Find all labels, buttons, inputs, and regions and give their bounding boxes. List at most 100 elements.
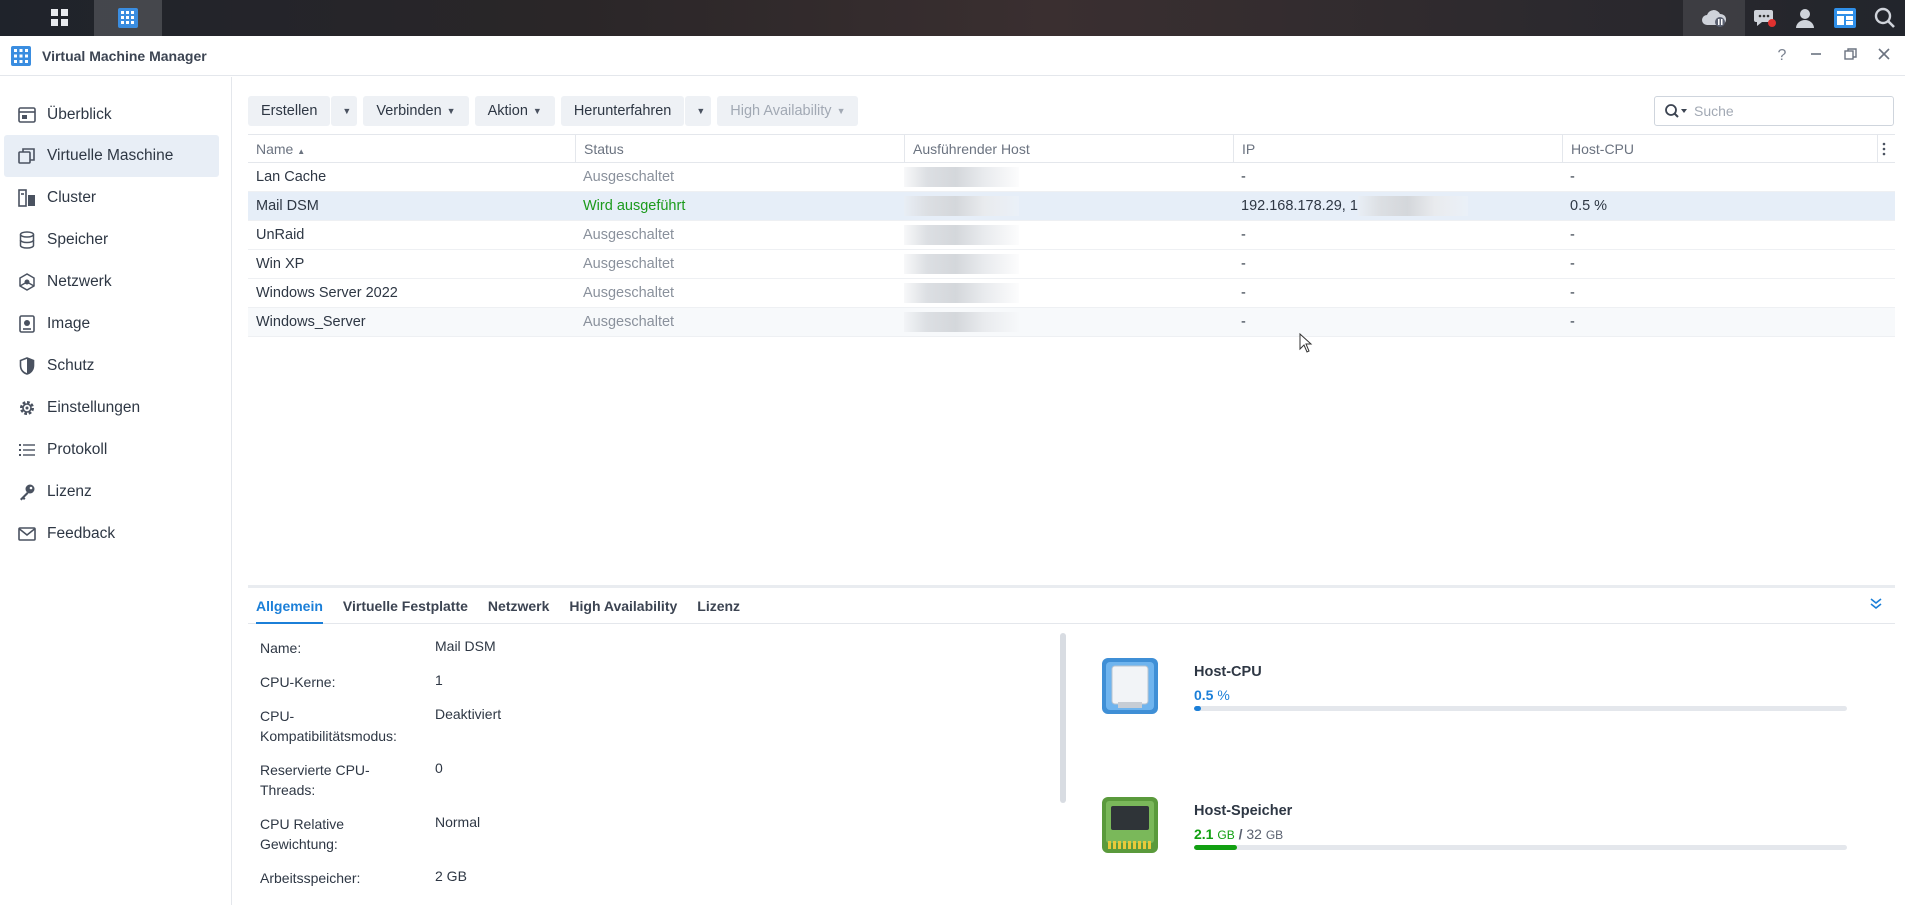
column-header-host[interactable]: Ausführender Host xyxy=(904,135,1233,163)
minimize-icon[interactable] xyxy=(1807,47,1825,65)
caret-down-icon: ▼ xyxy=(342,106,352,116)
sidebar-item-license[interactable]: Lizenz xyxy=(4,471,219,513)
search-icon[interactable] xyxy=(1865,0,1905,36)
high-availability-label: High Availability xyxy=(730,103,832,119)
action-button[interactable]: Aktion ▼ xyxy=(474,96,555,126)
shutdown-split-button: Herunterfahren ▼ xyxy=(560,96,712,126)
column-label: Host-CPU xyxy=(1571,141,1635,157)
column-menu-icon[interactable] xyxy=(1877,135,1895,163)
column-header-name[interactable]: Name ▲ xyxy=(248,135,575,163)
ip-redacted xyxy=(1358,196,1468,216)
sidebar-item-cluster[interactable]: Cluster xyxy=(4,177,219,219)
restore-icon[interactable] xyxy=(1841,47,1859,65)
vm-ip: - xyxy=(1241,285,1246,301)
column-label: IP xyxy=(1242,141,1256,157)
caret-down-icon: ▼ xyxy=(696,106,706,116)
property-value: 0 xyxy=(435,760,443,776)
create-dropdown-button[interactable]: ▼ xyxy=(331,96,358,126)
widgets-icon[interactable] xyxy=(1825,0,1865,36)
help-icon[interactable]: ? xyxy=(1773,47,1791,65)
shutdown-button[interactable]: Herunterfahren xyxy=(560,96,685,126)
sidebar-item-overview[interactable]: Überblick xyxy=(4,94,219,136)
connect-button[interactable]: Verbinden ▼ xyxy=(363,96,469,126)
user-icon[interactable] xyxy=(1785,0,1825,36)
memory-used-unit: GB xyxy=(1217,828,1235,842)
table-row[interactable]: Win XP Ausgeschaltet - - xyxy=(248,250,1895,279)
shutdown-dropdown-button[interactable]: ▼ xyxy=(685,96,712,126)
high-availability-button[interactable]: High Availability ▼ xyxy=(717,96,859,126)
vm-host-cpu: - xyxy=(1570,169,1575,185)
sort-asc-icon: ▲ xyxy=(297,147,306,156)
memory-used: 2.1 xyxy=(1194,826,1214,842)
toolbar: Erstellen ▼ Verbinden ▼ Aktion ▼ Herunterf… xyxy=(248,96,859,126)
property-value: 2 GB xyxy=(435,868,467,884)
sidebar: Überblick Virtuelle Maschine Cluster Spe… xyxy=(0,77,232,905)
notifications-icon[interactable] xyxy=(1745,0,1785,36)
property-key: CPU-Kompatibilitätsmodus: xyxy=(260,708,397,744)
cloud-sync-icon[interactable] xyxy=(1683,0,1745,36)
table-row[interactable]: Windows Server 2022 Ausgeschaltet - - xyxy=(248,279,1895,308)
host-redacted xyxy=(904,254,1019,274)
column-header-host-cpu[interactable]: Host-CPU xyxy=(1562,135,1877,163)
collapse-panel-icon[interactable] xyxy=(1869,597,1883,615)
vmm-app-icon[interactable] xyxy=(94,0,162,36)
properties-scrollbar[interactable] xyxy=(1060,633,1066,803)
property-value: Deaktiviert xyxy=(435,706,502,722)
property-value: Normal xyxy=(435,814,481,830)
column-header-ip[interactable]: IP xyxy=(1233,135,1562,163)
sidebar-item-settings[interactable]: Einstellungen xyxy=(4,387,219,429)
property-key: CPU Relative Gewichtung: xyxy=(260,816,345,852)
cluster-icon xyxy=(17,188,37,208)
vm-status: Ausgeschaltet xyxy=(583,169,675,185)
host-memory-value: 2.1 GB / 32 GB xyxy=(1194,826,1283,842)
memory-total-unit: GB xyxy=(1265,828,1284,842)
create-button[interactable]: Erstellen xyxy=(248,96,331,126)
vm-name: UnRaid xyxy=(256,227,305,243)
search-input[interactable] xyxy=(1694,103,1874,119)
table-row[interactable]: Windows_Server Ausgeschaltet - - xyxy=(248,308,1895,337)
sidebar-item-label: Speicher xyxy=(47,231,109,248)
table-row[interactable]: Mail DSM Wird ausgeführt 192.168.178.29,… xyxy=(248,192,1895,221)
sidebar-item-image[interactable]: Image xyxy=(4,303,219,345)
sidebar-item-protection[interactable]: Schutz xyxy=(4,345,219,387)
vm-name: Mail DSM xyxy=(256,198,319,214)
mail-icon xyxy=(17,524,37,544)
search-filter-icon[interactable] xyxy=(1664,103,1688,119)
host-redacted xyxy=(904,196,1019,216)
log-list-icon xyxy=(17,440,37,460)
host-redacted xyxy=(904,283,1019,303)
sidebar-item-storage[interactable]: Speicher xyxy=(4,219,219,261)
column-label: Name xyxy=(256,141,294,157)
column-header-status[interactable]: Status xyxy=(575,135,904,163)
property-key: Name: xyxy=(260,640,302,656)
vm-name: Win XP xyxy=(256,256,305,272)
tab-general[interactable]: Allgemein xyxy=(256,588,323,624)
property-value: Mail DSM xyxy=(435,638,496,654)
table-row[interactable]: Lan Cache Ausgeschaltet - - xyxy=(248,163,1895,192)
tab-high-availability[interactable]: High Availability xyxy=(569,588,677,624)
action-label: Aktion xyxy=(487,103,528,119)
sidebar-item-label: Protokoll xyxy=(47,441,108,458)
storage-icon xyxy=(17,230,37,250)
apps-grid-icon[interactable] xyxy=(26,0,94,36)
sidebar-item-label: Image xyxy=(47,315,91,332)
sidebar-item-label: Virtuelle Maschine xyxy=(47,147,174,164)
sidebar-item-label: Netzwerk xyxy=(47,273,112,290)
vm-status: Ausgeschaltet xyxy=(583,285,675,301)
tab-virtual-disk[interactable]: Virtuelle Festplatte xyxy=(343,588,468,624)
tab-license[interactable]: Lizenz xyxy=(697,588,740,624)
tab-network[interactable]: Netzwerk xyxy=(488,588,549,624)
table-header: Name ▲ Status Ausführender Host IP Host-… xyxy=(248,134,1895,163)
sidebar-item-virtual-machine[interactable]: Virtuelle Maschine xyxy=(4,135,219,177)
caret-down-icon: ▼ xyxy=(446,106,456,116)
close-icon[interactable] xyxy=(1875,47,1893,65)
overview-icon xyxy=(17,105,37,125)
sidebar-item-feedback[interactable]: Feedback xyxy=(4,513,219,555)
vm-host-cpu: 0.5 % xyxy=(1570,198,1608,214)
sidebar-item-network[interactable]: Netzwerk xyxy=(4,261,219,303)
vm-status: Ausgeschaltet xyxy=(583,314,675,330)
table-row[interactable]: UnRaid Ausgeschaltet - - xyxy=(248,221,1895,250)
sidebar-item-log[interactable]: Protokoll xyxy=(4,429,219,471)
host-cpu-number: 0.5 xyxy=(1194,687,1214,703)
sidebar-item-label: Einstellungen xyxy=(47,399,141,416)
